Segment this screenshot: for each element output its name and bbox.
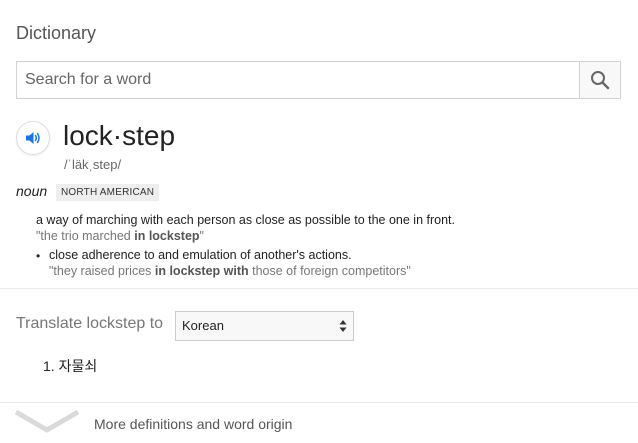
search-bar xyxy=(16,61,621,99)
language-select[interactable]: Korean xyxy=(175,311,354,341)
example-highlight: in lockstep with xyxy=(154,264,249,278)
translation-result: 1. 자물쇠 xyxy=(43,358,98,374)
dictionary-card: Dictionary lock·step /ˈläkˌstep/ noun NO… xyxy=(0,0,638,443)
up-down-arrows-icon xyxy=(339,320,347,332)
example-highlight: in lockstep xyxy=(134,229,200,243)
section-divider xyxy=(0,288,638,289)
search-input[interactable] xyxy=(17,62,579,98)
part-of-speech: noun xyxy=(16,183,48,199)
search-icon xyxy=(591,71,610,90)
definition-example: "they raised prices in lockstep with tho… xyxy=(49,264,411,278)
region-badge: NORTH AMERICAN xyxy=(56,184,160,201)
definition-text: a way of marching with each person as cl… xyxy=(36,213,455,227)
definition-example: "the trio marched in lockstep" xyxy=(36,229,204,243)
panel-title: Dictionary xyxy=(16,23,97,43)
section-divider xyxy=(0,402,638,403)
speaker-icon xyxy=(26,132,40,144)
translate-label: Translate lockstep to xyxy=(16,315,164,332)
search-button[interactable] xyxy=(579,62,620,98)
headword: lock·step xyxy=(63,120,176,151)
definition-text: close adherence to and emulation of anot… xyxy=(49,248,352,262)
pronunciation-button[interactable] xyxy=(16,121,50,155)
language-select-value: Korean xyxy=(182,318,224,333)
more-definitions-link[interactable]: More definitions and word origin xyxy=(94,416,292,432)
phonetic-spelling: /ˈläkˌstep/ xyxy=(64,157,122,172)
chevron-down-icon[interactable] xyxy=(14,408,80,436)
definition-bullet: • xyxy=(36,249,41,263)
